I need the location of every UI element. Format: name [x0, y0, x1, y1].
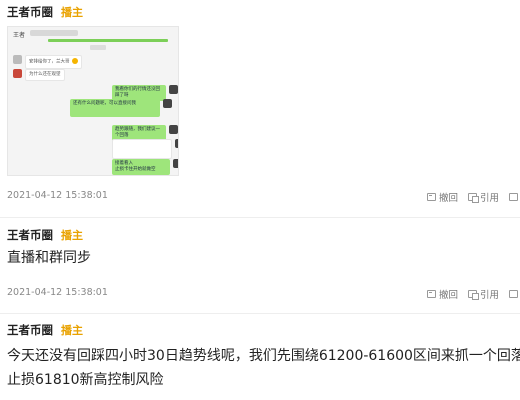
avatar [13, 69, 22, 78]
post-header: 王者币圈 播主 [7, 4, 83, 20]
chat-message: 为什么还在观望 [13, 69, 65, 81]
screenshot-top-bubble [48, 39, 168, 42]
screenshot-title: 王者 [13, 32, 26, 39]
host-badge: 播主 [61, 229, 83, 242]
share-button[interactable] [509, 190, 519, 204]
avatar [169, 125, 178, 134]
undo-button[interactable]: 撤回 [427, 287, 458, 301]
screenshot-time-chip [90, 45, 106, 50]
post-actions: 撤回 引用 [427, 287, 519, 301]
post-meta: 2021-04-12 15:38:01 撤回 引用 [7, 190, 520, 204]
post-meta: 2021-04-12 15:38:01 撤回 引用 [7, 287, 520, 301]
chat-message: 安排给你了，兰大哥 [13, 55, 82, 69]
emoji-icon [71, 58, 78, 64]
host-badge: 播主 [61, 324, 83, 337]
blurred-name [30, 30, 78, 36]
chat-message: 还有什么问题呢，可以直接问我 [70, 99, 172, 117]
avatar [13, 55, 22, 64]
chat-chart-card [112, 139, 172, 159]
post-header: 王者币圈 播主 [7, 227, 83, 243]
quote-button[interactable]: 引用 [468, 190, 499, 204]
quote-icon [468, 290, 480, 300]
timestamp: 2021-04-12 15:38:01 [7, 287, 108, 298]
author-name[interactable]: 王者币圈 [7, 4, 53, 20]
author-name[interactable]: 王者币圈 [7, 227, 53, 243]
undo-button[interactable]: 撤回 [427, 190, 458, 204]
quote-icon [468, 193, 480, 203]
divider [0, 313, 520, 314]
avatar [169, 85, 178, 94]
post-text-line-2: 止损61810新高控制风险 [7, 372, 164, 388]
chat-bubble: 为什么还在观望 [25, 69, 65, 81]
timestamp: 2021-04-12 15:38:01 [7, 190, 108, 201]
post-text-line-1: 今天还没有回踩四小时30日趋势线呢，我们先围绕61200-61600区间来抓一个… [7, 348, 520, 364]
chat-bubble: 安排给你了，兰大哥 [25, 55, 82, 69]
share-button[interactable] [509, 287, 519, 301]
avatar [163, 99, 172, 108]
undo-icon [427, 290, 436, 298]
chat-message: 接着看入 止损卡住开始就做空 [112, 159, 178, 175]
share-icon [509, 193, 519, 201]
author-name[interactable]: 王者币圈 [7, 322, 53, 338]
chat-bubble: 还有什么问题呢，可以直接问我 [70, 99, 160, 117]
quote-button[interactable]: 引用 [468, 287, 499, 301]
post-actions: 撤回 引用 [427, 190, 519, 204]
avatar [175, 139, 178, 148]
chat-message [112, 139, 178, 159]
host-badge: 播主 [61, 6, 83, 19]
share-icon [509, 290, 519, 298]
chat-screenshot-image[interactable]: 王者 安排给你了，兰大哥 为什么还在观望 我看你们的行情还没回踩了呀 还有什么问… [7, 26, 179, 176]
avatar [173, 159, 178, 168]
divider [0, 217, 520, 218]
post-text: 直播和群同步 [7, 250, 91, 266]
undo-icon [427, 193, 436, 201]
chat-bubble: 接着看入 止损卡住开始就做空 [112, 159, 170, 175]
post-header: 王者币圈 播主 [7, 322, 83, 338]
